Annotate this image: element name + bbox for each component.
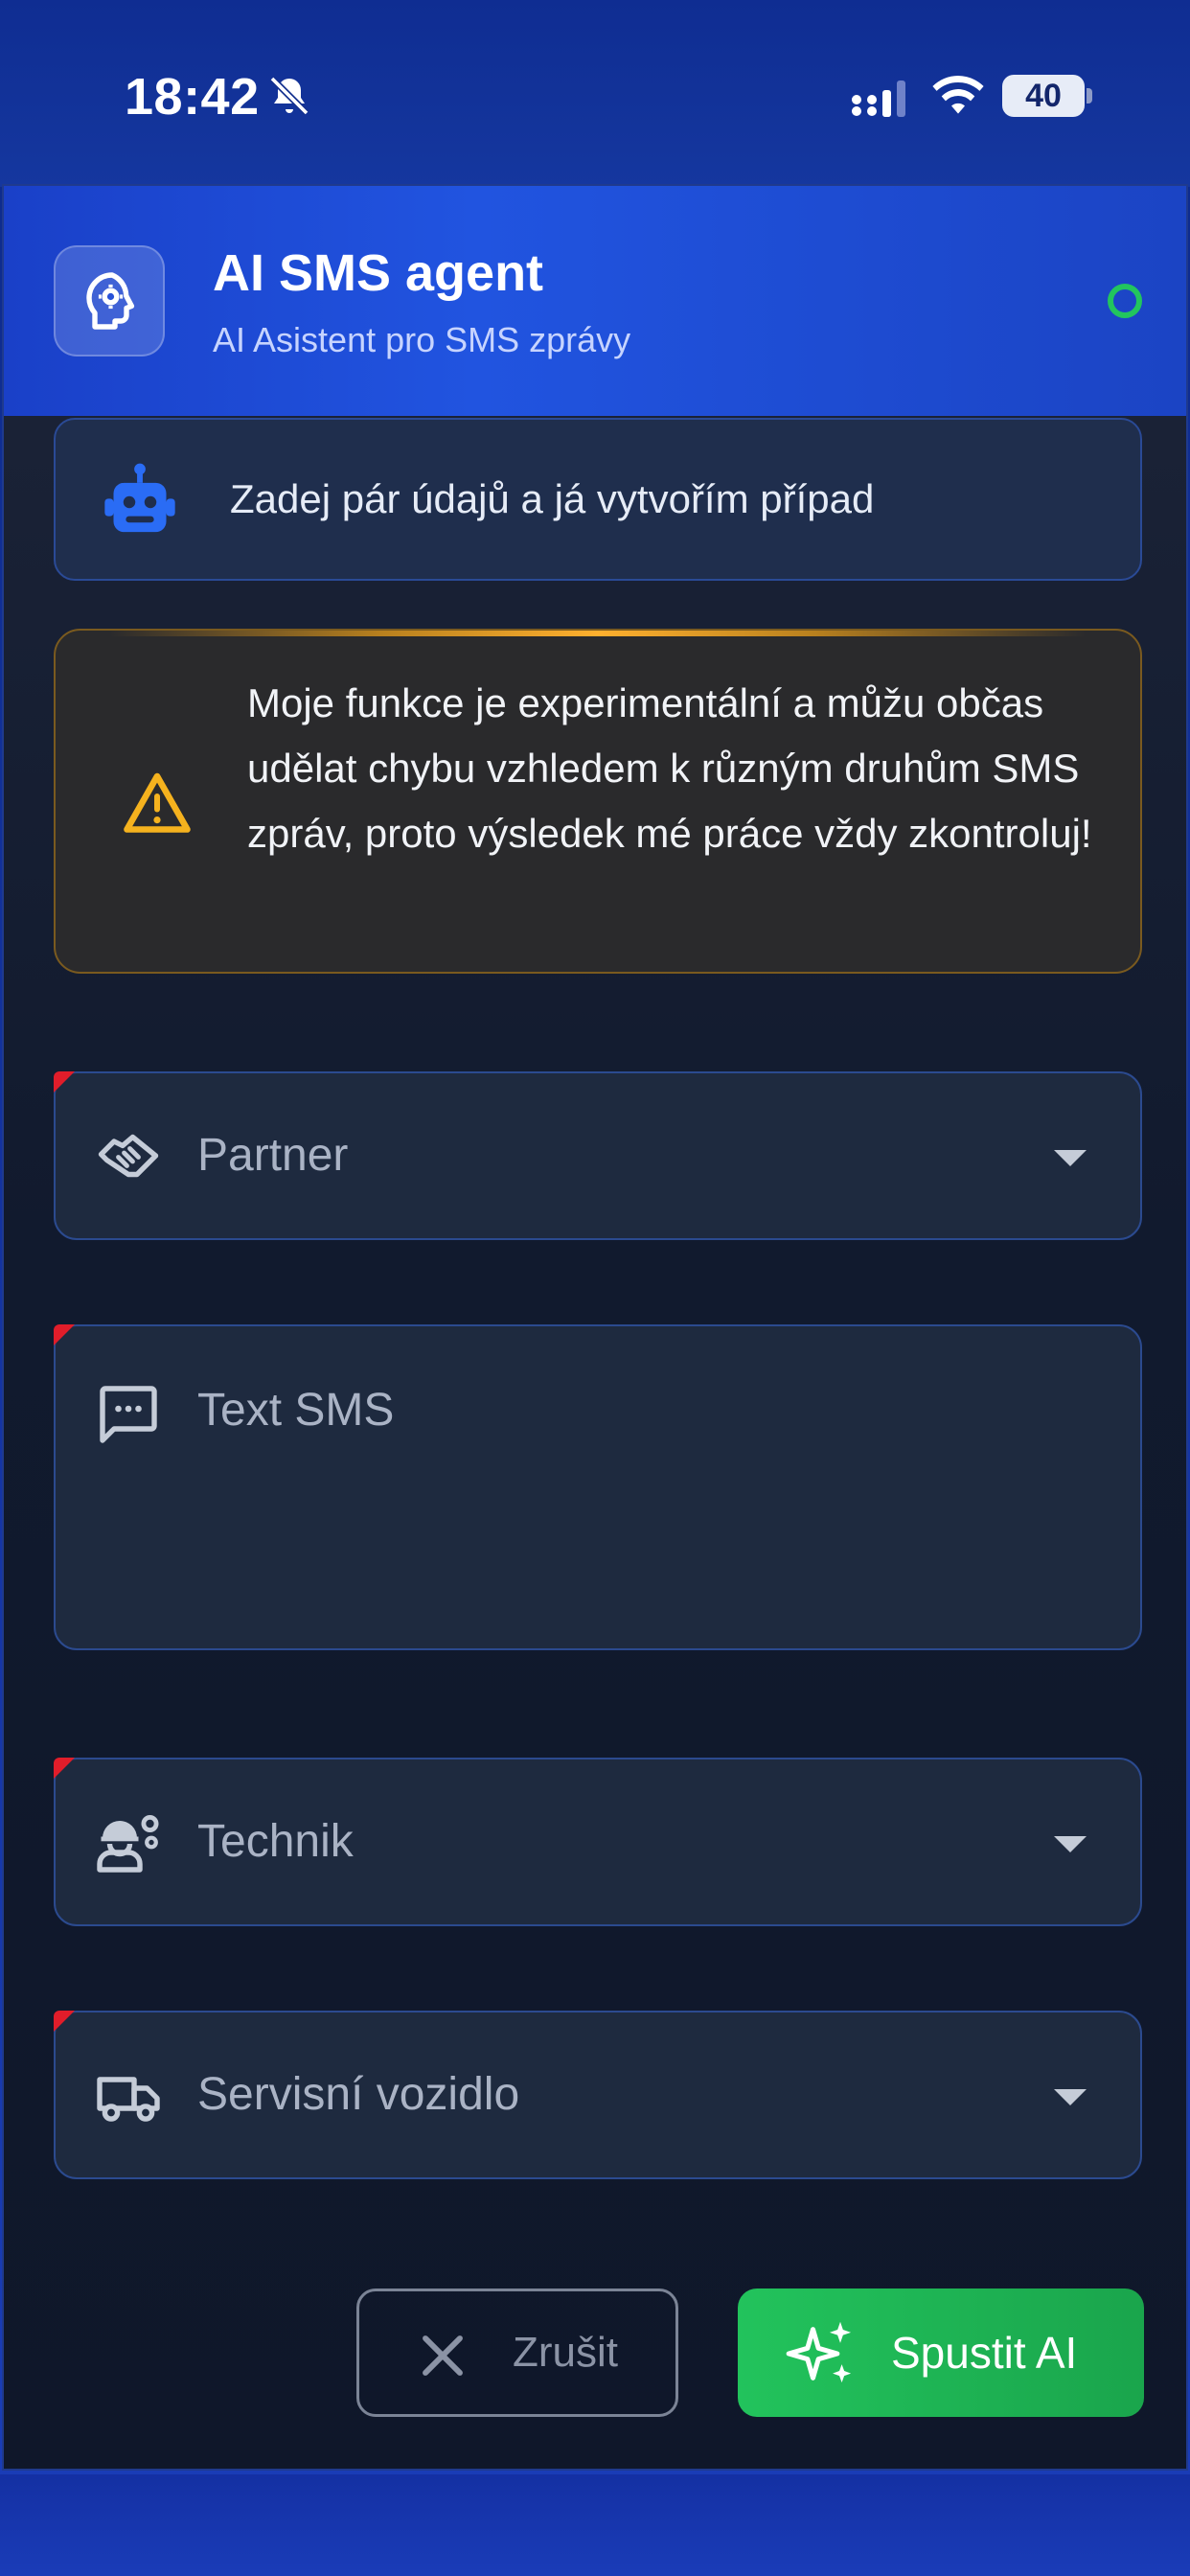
cancel-button[interactable]: Zrušit	[356, 2288, 678, 2417]
vehicle-placeholder: Servisní vozidlo	[197, 2069, 520, 2120]
bot-info-card: Zadej pár údajů a já vytvořím případ	[54, 418, 1142, 581]
wifi-icon	[932, 76, 984, 114]
handshake-icon	[98, 1134, 159, 1178]
online-status-indicator	[1108, 284, 1142, 318]
run-ai-label: Spustit AI	[891, 2328, 1078, 2378]
partner-select[interactable]: Partner	[54, 1071, 1142, 1240]
status-bar: 18:42 40	[0, 0, 1190, 187]
battery-tip	[1087, 88, 1092, 104]
cancel-label: Zrušit	[513, 2329, 618, 2376]
warning-text: Moje funkce je experimentální a můžu obč…	[247, 680, 1092, 856]
close-icon	[423, 2335, 463, 2376]
partner-placeholder: Partner	[197, 1130, 349, 1181]
ai-head-gear-icon-svg	[86, 272, 135, 330]
service-vehicle-select[interactable]: Servisní vozidlo	[54, 2011, 1142, 2179]
technik-placeholder: Technik	[197, 1816, 354, 1867]
bell-slash-icon	[269, 76, 309, 116]
engineer-icon	[97, 1814, 159, 1873]
header-title: AI SMS agent	[213, 244, 544, 302]
required-marker	[54, 2011, 75, 2032]
sparkle-icon	[786, 2321, 852, 2383]
warning-card: Moje funkce je experimentální a můžu obč…	[54, 629, 1142, 974]
status-time: 18:42	[125, 68, 260, 126]
chevron-down-icon	[1054, 2089, 1087, 2105]
sms-text-input[interactable]: Text SMS	[54, 1324, 1142, 1650]
required-marker	[54, 1758, 75, 1779]
app-header: AI SMS agent AI Asistent pro SMS zprávy	[4, 186, 1186, 416]
app-window: AI SMS agent AI Asistent pro SMS zprávy …	[2, 184, 1188, 2471]
message-icon	[100, 1386, 157, 1443]
sms-text-placeholder: Text SMS	[197, 1385, 395, 1436]
chevron-down-icon	[1054, 1836, 1087, 1852]
warning-glow	[56, 631, 1140, 636]
required-marker	[54, 1324, 75, 1346]
robot-icon	[104, 463, 175, 533]
required-marker	[54, 1071, 75, 1092]
truck-icon	[97, 2077, 160, 2122]
battery-indicator: 40	[1002, 75, 1085, 117]
bot-info-text: Zadej pár údajů a já vytvořím případ	[230, 476, 875, 521]
bottom-bar	[0, 2474, 1190, 2576]
run-ai-button[interactable]: Spustit AI	[738, 2288, 1144, 2417]
header-subtitle: AI Asistent pro SMS zprávy	[213, 320, 631, 359]
ai-head-gear-icon	[54, 245, 165, 356]
signal-icon	[852, 80, 905, 117]
warning-triangle-icon	[124, 772, 191, 833]
technik-select[interactable]: Technik	[54, 1758, 1142, 1926]
chevron-down-icon	[1054, 1150, 1087, 1166]
